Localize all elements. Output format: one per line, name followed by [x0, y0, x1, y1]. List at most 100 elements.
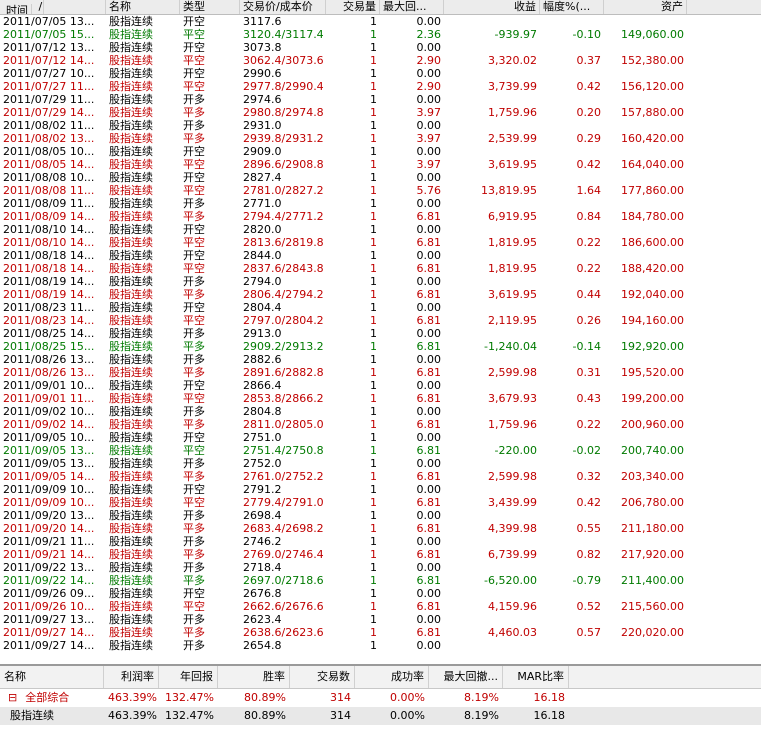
table-row[interactable]: 2011/08/09 14... 股指连续 平多 2794.4/2771.2 1 6.81…: [0, 210, 761, 223]
cell-vol: 1: [370, 405, 377, 418]
cell-profit: [444, 613, 540, 626]
summary-cell-name: ⊟ 全部综合: [0, 689, 104, 707]
cell-name: 股指连续: [109, 158, 153, 171]
summary-col-win[interactable]: 胜率: [218, 666, 290, 688]
table-row[interactable]: 2011/09/05 13... 股指连续 开多 2752.0 1 0.00: [0, 457, 761, 470]
cell-vol: 1: [370, 483, 377, 496]
table-row[interactable]: 2011/09/02 14... 股指连续 平多 2811.0/2805.0 1 6.81…: [0, 418, 761, 431]
table-row[interactable]: 2011/07/05 13... 股指连续 开空 3117.6 1 0.00: [0, 15, 761, 28]
cell-name: 股指连续: [109, 587, 153, 600]
cell-type: 平多: [183, 340, 205, 353]
table-row[interactable]: 2011/09/22 13... 股指连续 开多 2718.4 1 0.00: [0, 561, 761, 574]
col-header-price[interactable]: 交易价/成本价: [240, 0, 326, 14]
table-row[interactable]: 2011/07/05 15... 股指连续 平空 3120.4/3117.4 1 2.36…: [0, 28, 761, 41]
summary-col-annual[interactable]: 年回报: [159, 666, 218, 688]
summary-col-profit-rate[interactable]: 利润率: [104, 666, 159, 688]
cell-name: 股指连续: [109, 405, 153, 418]
cell-name: 股指连续: [109, 262, 153, 275]
table-row[interactable]: 2011/09/02 10... 股指连续 开多 2804.8 1 0.00: [0, 405, 761, 418]
cell-type: 平多: [183, 366, 205, 379]
table-row[interactable]: 2011/07/27 11... 股指连续 平空 2977.8/2990.4 1 2.90…: [0, 80, 761, 93]
summary-col-maxdd[interactable]: 最大回撤...: [429, 666, 503, 688]
table-row[interactable]: 2011/08/26 13... 股指连续 开多 2882.6 1 0.00: [0, 353, 761, 366]
col-header-profit[interactable]: 收益: [444, 0, 540, 14]
cell-name: 股指连续: [109, 184, 153, 197]
table-row[interactable]: 2011/07/12 13... 股指连续 开空 3073.8 1 0.00: [0, 41, 761, 54]
cell-profit: 1,819.95: [488, 236, 537, 249]
table-row[interactable]: 2011/08/05 10... 股指连续 开空 2909.0 1 0.00: [0, 145, 761, 158]
col-header-volume[interactable]: 交易量: [326, 0, 380, 14]
table-row[interactable]: 2011/09/22 14... 股指连续 平多 2697.0/2718.6 1 6.81…: [0, 574, 761, 587]
cell-dd: 6.81: [416, 496, 442, 509]
summary-col-mar[interactable]: MAR比率: [503, 666, 569, 688]
summary-col-success[interactable]: 成功率: [355, 666, 429, 688]
table-row[interactable]: 2011/09/26 09... 股指连续 开空 2676.8 1 0.00: [0, 587, 761, 600]
cell-asset: 149,060.00: [621, 28, 684, 41]
table-row[interactable]: 2011/08/18 14... 股指连续 平空 2837.6/2843.8 1 6.81…: [0, 262, 761, 275]
table-row[interactable]: 2011/07/29 14... 股指连续 平多 2980.8/2974.8 1 3.97…: [0, 106, 761, 119]
col-header-type[interactable]: 类型: [180, 0, 240, 14]
table-row[interactable]: 2011/08/08 10... 股指连续 开空 2827.4 1 0.00: [0, 171, 761, 184]
summary-row[interactable]: ⊟ 全部综合 463.39% 132.47% 80.89% 314 0.00% 8.19% 16…: [0, 689, 761, 707]
table-row[interactable]: 2011/08/19 14... 股指连续 平多 2806.4/2794.2 1 6.81…: [0, 288, 761, 301]
table-row[interactable]: 2011/09/27 14... 股指连续 开多 2654.8 1 0.00: [0, 639, 761, 652]
table-row[interactable]: 2011/08/09 11... 股指连续 开多 2771.0 1 0.00: [0, 197, 761, 210]
table-row[interactable]: 2011/09/01 11... 股指连续 平空 2853.8/2866.2 1 6.81…: [0, 392, 761, 405]
table-row[interactable]: 2011/08/23 14... 股指连续 平空 2797.0/2804.2 1 6.81…: [0, 314, 761, 327]
table-row[interactable]: 2011/08/10 14... 股指连续 平空 2813.6/2819.8 1 6.81…: [0, 236, 761, 249]
table-row[interactable]: 2011/09/05 10... 股指连续 开空 2751.0 1 0.00: [0, 431, 761, 444]
table-row[interactable]: 2011/09/27 13... 股指连续 开多 2623.4 1 0.00: [0, 613, 761, 626]
table-row[interactable]: 2011/08/26 13... 股指连续 平多 2891.6/2882.8 1 6.81…: [0, 366, 761, 379]
table-row[interactable]: 2011/09/05 13... 股指连续 平空 2751.4/2750.8 1 6.81…: [0, 444, 761, 457]
table-row[interactable]: 2011/08/25 14... 股指连续 开多 2913.0 1 0.00: [0, 327, 761, 340]
cell-profit: [444, 353, 540, 366]
table-row[interactable]: 2011/09/09 10... 股指连续 开空 2791.2 1 0.00: [0, 483, 761, 496]
cell-time: 2011/09/01 11...: [3, 392, 95, 405]
col-header-time[interactable]: 时间 /: [0, 0, 106, 14]
collapse-icon[interactable]: ⊟: [4, 691, 21, 704]
cell-dd: 6.81: [416, 418, 442, 431]
summary-col-trades[interactable]: 交易数: [290, 666, 355, 688]
cell-time: 2011/09/20 14...: [3, 522, 95, 535]
cell-type: 平多: [183, 522, 205, 535]
table-row[interactable]: 2011/09/26 10... 股指连续 平空 2662.6/2676.6 1 6.81…: [0, 600, 761, 613]
table-row[interactable]: 2011/08/05 14... 股指连续 平空 2896.6/2908.8 1 3.97…: [0, 158, 761, 171]
table-row[interactable]: 2011/08/02 13... 股指连续 平多 2939.8/2931.2 1 3.97…: [0, 132, 761, 145]
cell-price: 3117.6: [243, 15, 282, 28]
table-row[interactable]: 2011/08/08 11... 股指连续 平空 2781.0/2827.2 1 5.76…: [0, 184, 761, 197]
table-row[interactable]: 2011/08/18 14... 股指连续 开空 2844.0 1 0.00: [0, 249, 761, 262]
table-row[interactable]: 2011/09/09 10... 股指连续 平空 2779.4/2791.0 1 6.81…: [0, 496, 761, 509]
table-row[interactable]: 2011/07/12 14... 股指连续 平空 3062.4/3073.6 1 2.90…: [0, 54, 761, 67]
table-row[interactable]: 2011/09/01 10... 股指连续 开空 2866.4 1 0.00: [0, 379, 761, 392]
cell-pct: [540, 457, 604, 470]
cell-profit: -220.00: [494, 444, 537, 457]
table-row[interactable]: 2011/09/21 11... 股指连续 开多 2746.2 1 0.00: [0, 535, 761, 548]
cell-name: 股指连续: [109, 236, 153, 249]
col-header-pct[interactable]: 幅度%(...: [540, 0, 604, 14]
cell-type: 开多: [183, 327, 205, 340]
cell-name: 股指连续: [109, 626, 153, 639]
col-header-max-drawdown[interactable]: 最大回...: [380, 0, 444, 14]
table-row[interactable]: 2011/08/25 15... 股指连续 平多 2909.2/2913.2 1 6.81…: [0, 340, 761, 353]
cell-name: 股指连续: [109, 457, 153, 470]
summary-cell-annual: 132.47%: [165, 709, 214, 722]
trade-list-header: 时间 / 名称 类型 交易价/成本价 交易量 最大回... 收益 幅度%(...…: [0, 0, 761, 15]
col-header-asset[interactable]: 资产: [604, 0, 687, 14]
table-row[interactable]: 2011/08/02 11... 股指连续 开多 2931.0 1 0.00: [0, 119, 761, 132]
cell-name: 股指连续: [109, 67, 153, 80]
table-row[interactable]: 2011/09/27 14... 股指连续 平多 2638.6/2623.6 1 6.81…: [0, 626, 761, 639]
table-row[interactable]: 2011/07/29 11... 股指连续 开多 2974.6 1 0.00: [0, 93, 761, 106]
table-row[interactable]: 2011/08/10 14... 股指连续 开空 2820.0 1 0.00: [0, 223, 761, 236]
table-row[interactable]: 2011/09/21 14... 股指连续 平多 2769.0/2746.4 1 6.81…: [0, 548, 761, 561]
table-row[interactable]: 2011/07/27 10... 股指连续 开空 2990.6 1 0.00: [0, 67, 761, 80]
table-row[interactable]: 2011/09/05 14... 股指连续 平多 2761.0/2752.2 1 6.81…: [0, 470, 761, 483]
summary-row[interactable]: 股指连续 463.39% 132.47% 80.89% 314 0.00% 8.19% 16.…: [0, 707, 761, 725]
table-row[interactable]: 2011/09/20 14... 股指连续 平多 2683.4/2698.2 1 6.81…: [0, 522, 761, 535]
cell-time: 2011/08/10 14...: [3, 236, 95, 249]
cell-vol: 1: [370, 392, 377, 405]
table-row[interactable]: 2011/09/20 13... 股指连续 开多 2698.4 1 0.00: [0, 509, 761, 522]
summary-col-name[interactable]: 名称: [0, 666, 104, 688]
col-header-name[interactable]: 名称: [106, 0, 180, 14]
table-row[interactable]: 2011/08/23 11... 股指连续 开空 2804.4 1 0.00: [0, 301, 761, 314]
table-row[interactable]: 2011/08/19 14... 股指连续 开多 2794.0 1 0.00: [0, 275, 761, 288]
